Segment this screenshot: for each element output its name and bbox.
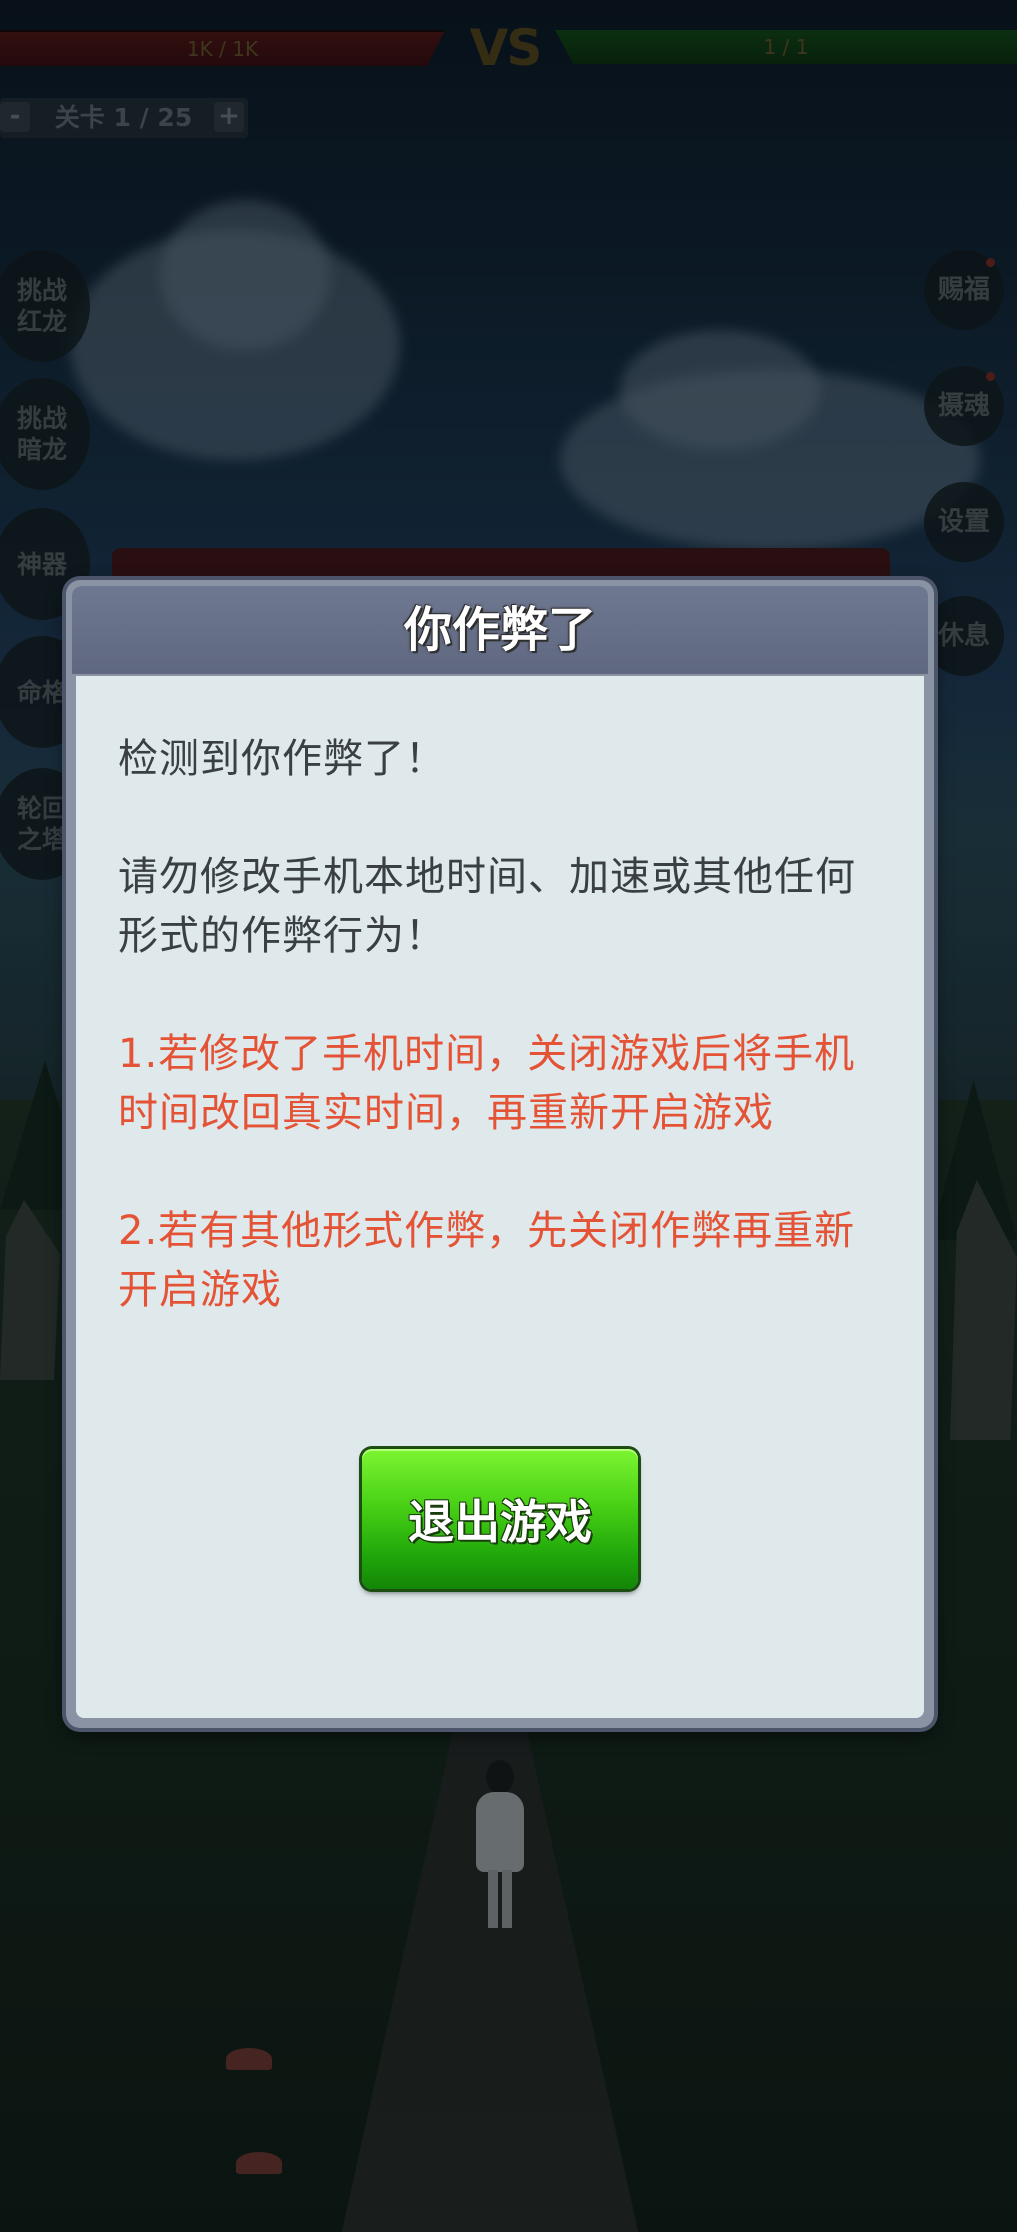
warning-instruction-text: 请勿修改手机本地时间、加速或其他任何形式的作弊行为！ xyxy=(118,854,856,959)
cheat-detected-text: 检测到你作弊了！ xyxy=(118,736,446,782)
exit-game-label: 退出游戏 xyxy=(408,1495,592,1549)
dialog-header: 你作弊了 xyxy=(72,586,928,674)
disable-cheat-instruction: 2.若有其他形式作弊，先关闭作弊再重新开启游戏 xyxy=(118,1208,856,1313)
fix-time-instruction: 1.若修改了手机时间，关闭游戏后将手机时间改回真实时间，再重新开启游戏 xyxy=(118,1031,856,1136)
dialog-title: 你作弊了 xyxy=(403,602,596,658)
background-banner xyxy=(112,548,890,584)
exit-game-button[interactable]: 退出游戏 xyxy=(362,1449,638,1589)
